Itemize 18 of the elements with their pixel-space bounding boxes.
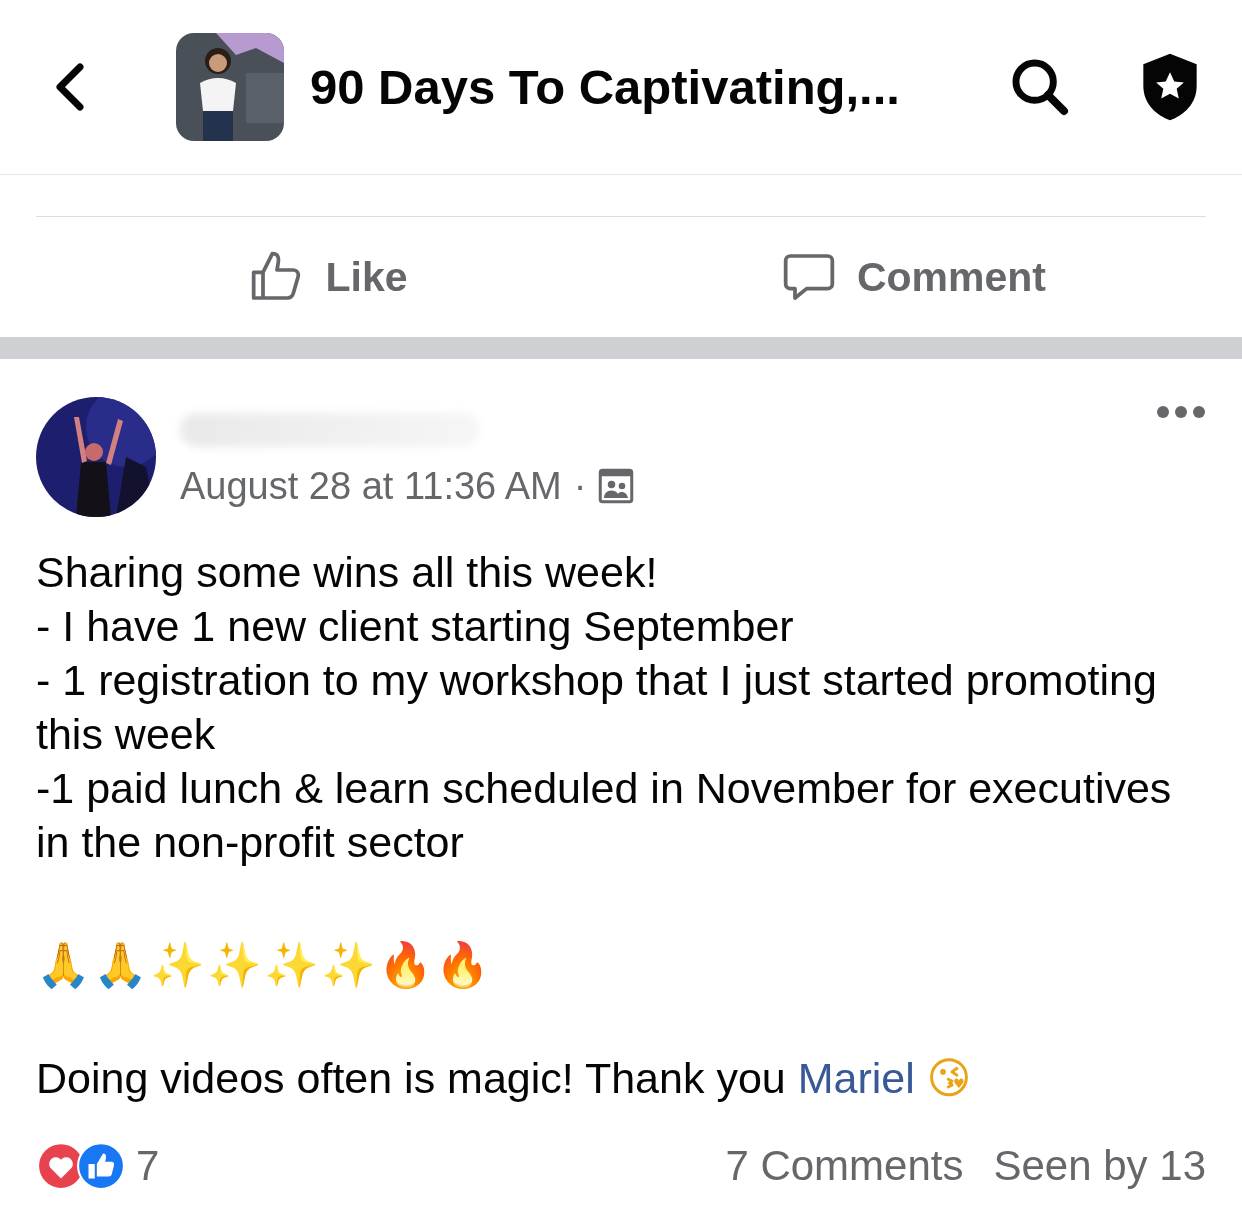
like-button[interactable]: Like <box>36 217 621 337</box>
post-timestamp: August 28 at 11:36 AM <box>180 464 562 508</box>
reaction-count: 7 <box>136 1142 161 1190</box>
comment-button[interactable]: Comment <box>621 217 1206 337</box>
emoji-line: 🙏🙏✨✨✨✨🔥🔥 <box>36 939 493 991</box>
thumbs-up-reaction-icon <box>76 1141 126 1191</box>
post-text: Doing videos often is magic! Thank you Mariel 😘 <box>36 1052 973 1105</box>
post-text: - 1 registration to my workshop that I just started promoting this week <box>36 655 1158 760</box>
group-title: 90 Days To Captivating,... <box>310 59 901 115</box>
post-text: -1 paid lunch & learn scheduled in November for executives in the non-profit sector <box>36 763 1173 868</box>
mention-link[interactable]: Mariel <box>797 1054 915 1102</box>
more-options-icon[interactable] <box>1156 405 1206 419</box>
separator-dot: · <box>573 464 587 508</box>
comments-count[interactable]: 7 Comments <box>725 1142 964 1190</box>
post-text: Sharing some wins all this week! <box>36 547 659 598</box>
group-icon <box>598 468 635 504</box>
post-text: - I have 1 new client starting September <box>36 601 795 652</box>
seen-by-count[interactable]: Seen by 13 <box>993 1142 1206 1190</box>
